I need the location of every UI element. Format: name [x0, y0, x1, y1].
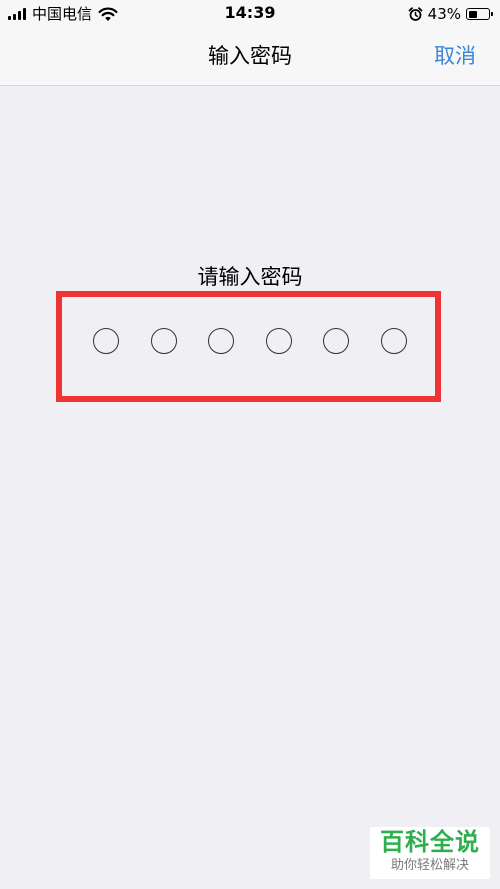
passcode-dot	[323, 328, 350, 354]
watermark-subtitle: 助你轻松解决	[390, 858, 469, 873]
passcode-dot	[265, 328, 292, 354]
passcode-dot	[150, 328, 177, 354]
watermark-title: 百科全说	[380, 828, 480, 856]
status-left: 中国电信	[8, 4, 118, 24]
passcode-dots[interactable]	[56, 291, 441, 402]
battery-nub	[491, 12, 493, 16]
carrier-label: 中国电信	[32, 5, 93, 23]
wifi-icon	[98, 7, 118, 21]
passcode-dot	[381, 328, 407, 354]
passcode-dot	[93, 328, 119, 354]
screen: 中国电信 14:39 43% 输入密码 取消 请输入密码 百科全说 助你轻松解决	[0, 0, 500, 889]
signal-icon	[8, 8, 26, 20]
passcode-prompt: 请输入密码	[197, 265, 303, 289]
cancel-button[interactable]: 取消	[434, 42, 476, 70]
battery-percent: 43%	[427, 5, 461, 23]
status-right: 43%	[408, 4, 493, 24]
status-bar: 中国电信 14:39 43%	[0, 0, 500, 28]
battery-icon	[466, 8, 493, 20]
alarm-icon	[408, 6, 423, 21]
passcode-dot	[208, 328, 235, 354]
page-title: 输入密码	[208, 44, 292, 68]
watermark-logo: 百科全说 助你轻松解决	[370, 827, 490, 879]
nav-bar: 输入密码 取消	[0, 28, 500, 86]
battery-fill	[468, 10, 477, 18]
